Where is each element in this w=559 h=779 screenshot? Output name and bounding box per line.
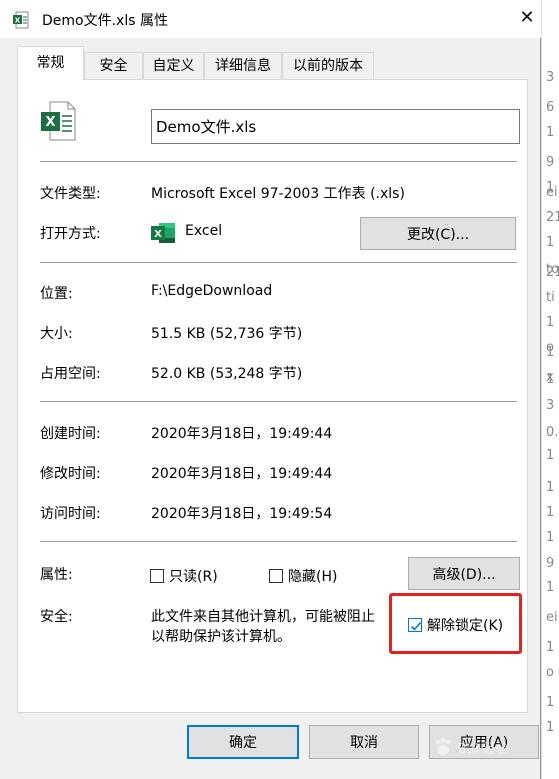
opens-with-label: 打开方式:	[40, 226, 101, 242]
separator	[40, 161, 517, 162]
watermark-text: Bai 经验	[458, 741, 509, 757]
cancel-button[interactable]: 取消	[309, 725, 419, 759]
location-value: F:\EdgeDownload	[151, 283, 273, 299]
background-text-fragment: 1	[546, 448, 555, 463]
background-text-fragment: o	[546, 665, 554, 680]
background-text-fragment: 1	[546, 480, 555, 495]
title-bar[interactable]: X Demo文件.xls 属性 ✕	[0, 0, 541, 38]
hidden-checkbox[interactable]: 隐藏(H)	[269, 566, 337, 586]
tab-general[interactable]: 常规	[17, 46, 84, 80]
background-text-fragment: 1	[546, 345, 555, 360]
tab-label: 详细信息	[215, 58, 271, 74]
excel-file-icon: X	[41, 101, 76, 141]
file-name-input[interactable]	[151, 109, 520, 144]
ok-button[interactable]: 确定	[187, 725, 299, 759]
checkbox-box[interactable]	[150, 569, 164, 583]
highlight-box	[389, 593, 522, 654]
background-text-fragment: 0.	[546, 425, 559, 440]
excel-app-icon: X	[151, 223, 175, 243]
size-label: 大小:	[40, 326, 73, 342]
background-text-fragment: 1	[546, 530, 555, 545]
accessed-value: 2020年3月18日，19:49:54	[151, 506, 333, 522]
location-label: 位置:	[40, 286, 73, 302]
background-text-fragment: 21	[546, 210, 559, 225]
created-value: 2020年3月18日，19:49:44	[151, 426, 333, 442]
tab-label: 安全	[99, 58, 128, 74]
background-text-fragment: ei	[546, 610, 558, 625]
background-text-fragment: ei	[546, 185, 558, 200]
close-button[interactable]: ✕	[516, 6, 538, 30]
window-title: Demo文件.xls 属性	[42, 13, 168, 29]
properties-dialog: X Demo文件.xls 属性 ✕ 常规 安全 自定义 详细信息 以前的版本 X…	[0, 0, 541, 779]
security-text-line2: 以帮助保护该计算机。	[151, 629, 291, 645]
tab-security[interactable]: 安全	[84, 52, 143, 79]
background-text-fragment: 9	[546, 556, 555, 571]
tab-label: 以前的版本	[293, 58, 363, 74]
file-type-label: 文件类型:	[40, 186, 101, 202]
background-text-fragment: 1	[546, 235, 555, 250]
tab-previous-versions[interactable]: 以前的版本	[282, 52, 374, 79]
modified-value: 2020年3月18日，19:49:44	[151, 466, 333, 482]
attributes-label: 属性:	[40, 567, 73, 583]
background-text-fragment: ti	[546, 290, 555, 305]
tab-label: 常规	[36, 55, 65, 71]
paw-icon	[435, 737, 451, 755]
background-text-fragment: 3	[546, 398, 555, 413]
advanced-button[interactable]: 高级(D)...	[408, 557, 520, 590]
accessed-label: 访问时间:	[40, 506, 101, 522]
watermark: Bai 经验	[432, 726, 552, 768]
background-text-fragment: 1	[546, 640, 555, 655]
opens-with-value: Excel	[185, 223, 223, 239]
background-text-fragment: 1	[546, 580, 555, 595]
svg-text:X: X	[15, 17, 21, 25]
background-text-fragment: 21	[546, 265, 559, 280]
background-text-fragment: 1	[546, 315, 555, 330]
modified-label: 修改时间:	[40, 466, 101, 482]
tab-label: 自定义	[152, 58, 195, 74]
svg-text:X: X	[45, 115, 55, 130]
file-type-value: Microsoft Excel 97-2003 工作表 (.xls)	[151, 186, 405, 202]
separator	[40, 401, 517, 402]
close-icon: ✕	[519, 7, 535, 28]
size-on-disk-value: 52.0 KB (53,248 字节)	[151, 366, 303, 382]
background-window-strip: 36191ei211to21ti1o1x130.111191ei1o11	[541, 0, 559, 779]
hidden-label: 隐藏(H)	[288, 569, 338, 585]
readonly-label: 只读(R)	[169, 569, 218, 585]
change-button[interactable]: 更改(C)...	[360, 217, 516, 250]
background-text-fragment: 9	[546, 155, 555, 170]
background-text-fragment: 1	[546, 505, 555, 520]
size-on-disk-label: 占用空间:	[40, 366, 101, 382]
background-text-fragment: 6	[546, 100, 555, 115]
background-text-fragment: 1	[546, 695, 555, 710]
background-text-fragment: 3	[546, 70, 555, 85]
security-label: 安全:	[40, 609, 73, 625]
background-text-fragment: 1	[546, 125, 555, 140]
svg-text:X: X	[154, 229, 162, 240]
readonly-checkbox[interactable]: 只读(R)	[150, 566, 218, 586]
security-text-line1: 此文件来自其他计算机，可能被阻止	[151, 609, 375, 625]
checkbox-box[interactable]	[269, 569, 283, 583]
separator	[40, 541, 517, 542]
excel-file-icon: X	[13, 11, 29, 29]
created-label: 创建时间:	[40, 426, 101, 442]
tab-details[interactable]: 详细信息	[204, 52, 282, 79]
size-value: 51.5 KB (52,736 字节)	[151, 326, 303, 342]
background-text-fragment: 1	[546, 372, 555, 387]
separator	[40, 262, 517, 263]
tab-custom[interactable]: 自定义	[143, 52, 204, 79]
